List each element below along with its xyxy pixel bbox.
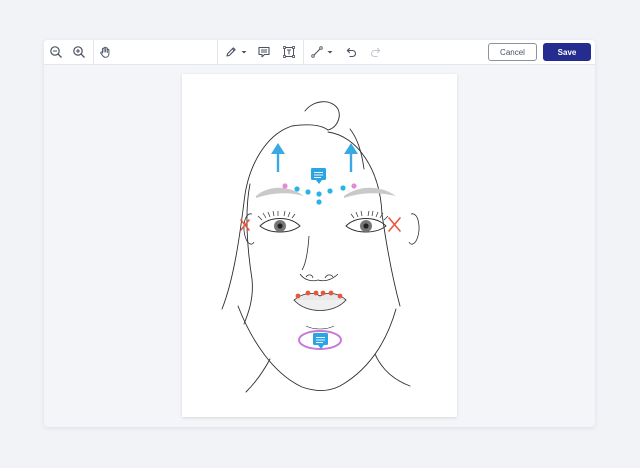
comment-marker[interactable] xyxy=(313,333,328,349)
zoom-out-button[interactable] xyxy=(45,42,67,62)
comment-icon xyxy=(258,46,270,58)
undo-button[interactable] xyxy=(340,42,362,62)
forehead-dots-annotation[interactable] xyxy=(282,183,357,205)
zoom-in-button[interactable] xyxy=(68,42,90,62)
hand-pan-icon xyxy=(100,46,110,58)
toolbar-divider xyxy=(217,40,218,64)
line-icon xyxy=(311,46,323,58)
chevron-down-icon[interactable] xyxy=(326,48,334,56)
cancel-button[interactable]: Cancel xyxy=(488,43,537,61)
zoom-in-icon xyxy=(73,46,85,58)
redo-button[interactable] xyxy=(365,42,387,62)
pen-icon xyxy=(226,47,236,57)
cross-mark-annotation[interactable] xyxy=(388,217,401,232)
toolbar: Cancel Save xyxy=(44,40,595,65)
zoom-out-icon xyxy=(50,46,62,58)
annotation-editor-window: Cancel Save xyxy=(44,40,595,427)
document-page xyxy=(182,74,457,417)
pan-button[interactable] xyxy=(94,42,116,62)
save-button[interactable]: Save xyxy=(543,43,591,61)
comment-marker[interactable] xyxy=(311,168,326,184)
chevron-down-icon[interactable] xyxy=(240,48,248,56)
toolbar-divider xyxy=(303,40,304,64)
face-illustration xyxy=(221,101,420,393)
comment-tool-button[interactable] xyxy=(253,42,275,62)
document-viewport[interactable] xyxy=(44,65,595,427)
text-box-tool-button[interactable] xyxy=(278,42,300,62)
pen-tool-button[interactable] xyxy=(220,42,252,62)
redo-icon xyxy=(371,47,381,58)
line-tool-button[interactable] xyxy=(306,42,338,62)
undo-icon xyxy=(346,47,356,58)
up-arrow-annotation[interactable] xyxy=(271,143,285,172)
up-arrow-annotation[interactable] xyxy=(344,143,358,172)
text-box-icon xyxy=(283,46,295,58)
